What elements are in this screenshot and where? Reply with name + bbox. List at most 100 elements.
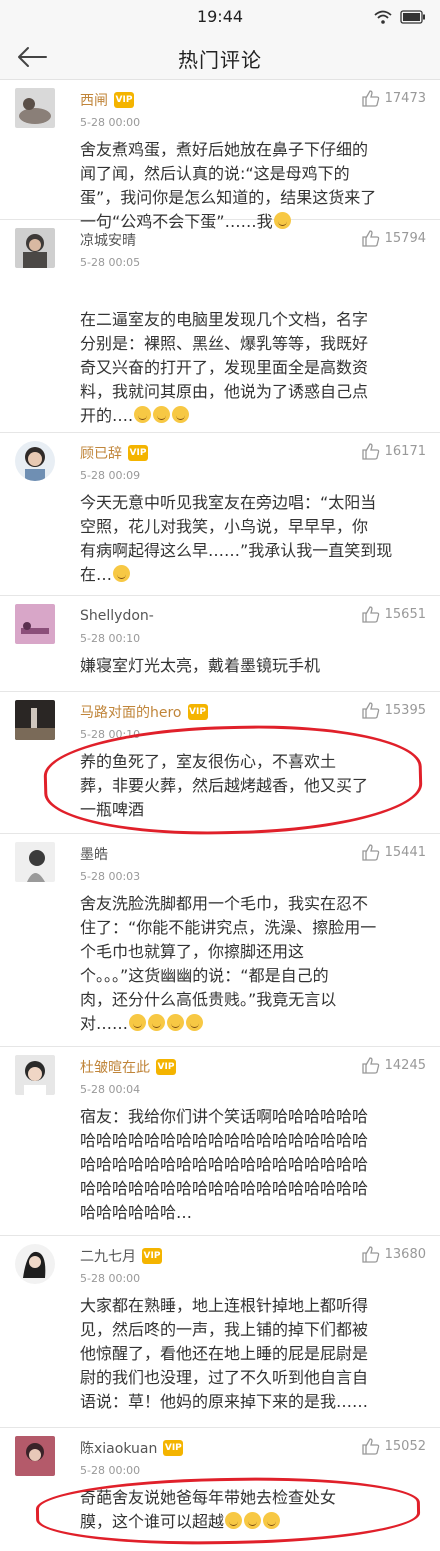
- comment-line: 住了：“你能不能讲究点，洗澡、擦脸用一: [80, 918, 377, 937]
- emoji-icon: [186, 1014, 204, 1031]
- comment-line: 大家都在熟睡，地上连根针掉地上都听得: [80, 1296, 369, 1315]
- comment-line: 见，然后咚的一声，我上铺的掉下们都被: [80, 1320, 369, 1339]
- comment-line: 奇葩舍友说她爸每年带她去检查处女: [80, 1488, 337, 1507]
- comment-item: Shellydon- 5-28 00:10 15651 嫌寝室灯光太亮，戴着墨镜…: [0, 596, 440, 692]
- laugh-emoji-icon: [129, 1014, 147, 1031]
- username[interactable]: 二九七月: [80, 1246, 136, 1266]
- vip-badge-icon: VIP: [142, 1248, 162, 1264]
- comment-time: 5-28 00:00: [80, 116, 141, 129]
- comment-time: 5-28 00:10: [80, 728, 141, 741]
- comment-line: 蛋”，我问你是怎么知道的，结果这货来了: [80, 188, 377, 207]
- comment-item: 西闸 VIP 5-28 00:00 17473 舍友煮鸡蛋，煮好后她放在鼻子下仔…: [0, 80, 440, 231]
- emoji-icon: [225, 1512, 243, 1529]
- thumbs-up-icon: [361, 606, 379, 623]
- laugh-emoji-icon: [134, 406, 152, 423]
- thumbs-up-icon: [361, 1057, 379, 1074]
- username[interactable]: 马路对面的hero: [80, 702, 182, 722]
- thumbs-up-icon: [361, 844, 379, 861]
- comment-line: 哈哈哈哈哈哈哈哈哈哈哈哈哈哈哈哈哈哈: [80, 1155, 369, 1174]
- comment-line: 宿友：我给你们讲个笑话啊哈哈哈哈哈哈: [80, 1107, 369, 1126]
- comment-text: 舍友洗脸洗脚都用一个毛巾，我实在忍不 住了：“你能不能讲究点，洗澡、擦脸用一 个…: [80, 892, 418, 1036]
- comment-time: 5-28 00:04: [80, 1083, 141, 1096]
- vip-badge-icon: VIP: [187, 704, 208, 720]
- nav-bar: 热门评论: [0, 34, 440, 80]
- comment-line: 有病啊起得这么早……”我承认我一直笑到现: [80, 541, 393, 560]
- like-count: 15441: [384, 845, 426, 860]
- username[interactable]: 墨皓: [80, 844, 108, 864]
- like-count: 17473: [384, 91, 426, 106]
- comment-line: 今天无意中听见我室友在旁边唱：“太阳当: [80, 493, 377, 512]
- like-button[interactable]: 15441: [361, 844, 426, 861]
- username[interactable]: 陈xiaokuan: [80, 1438, 157, 1458]
- avatar[interactable]: [15, 1055, 55, 1095]
- comment-line: 养的鱼死了，室友很伤心，不喜欢土: [80, 752, 337, 771]
- like-button[interactable]: 14245: [361, 1057, 426, 1074]
- avatar[interactable]: [15, 1244, 55, 1284]
- comment-item: 顾已辞 VIP 5-28 00:09 16171 今天无意中听见我室友在旁边唱：…: [0, 433, 440, 596]
- avatar[interactable]: [15, 228, 55, 268]
- comment-line: 哈哈哈哈哈哈…: [80, 1203, 193, 1222]
- comment-line: 哈哈哈哈哈哈哈哈哈哈哈哈哈哈哈哈哈哈: [80, 1131, 369, 1150]
- like-button[interactable]: 15651: [361, 606, 426, 623]
- comment-text: 养的鱼死了，室友很伤心，不喜欢土 葬，非要火葬，然后越烤越香，他又买了 一瓶啤酒: [80, 750, 418, 822]
- status-icons: [374, 9, 426, 28]
- status-bar: 19:44: [0, 0, 440, 34]
- like-count: 14245: [384, 1058, 426, 1073]
- username[interactable]: 凉城安晴: [80, 230, 136, 250]
- vip-badge-icon: VIP: [163, 1440, 184, 1456]
- comment-time: 5-28 00:03: [80, 870, 141, 883]
- avatar[interactable]: [15, 700, 55, 740]
- like-button[interactable]: 15052: [361, 1438, 426, 1455]
- comment-time: 5-28 00:10: [80, 632, 141, 645]
- avatar[interactable]: [15, 441, 55, 481]
- like-button[interactable]: 17473: [361, 90, 426, 107]
- like-button[interactable]: 15395: [361, 702, 426, 719]
- avatar[interactable]: [15, 88, 55, 128]
- comment-line: 对……: [80, 1014, 129, 1033]
- comment-text: 嫌寝室灯光太亮，戴着墨镜玩手机: [80, 654, 418, 678]
- avatar[interactable]: [15, 1436, 55, 1476]
- thumbs-up-icon: [361, 1246, 379, 1263]
- comment-line: 在二逼室友的电脑里发现几个文档，名字: [80, 310, 369, 329]
- comment-line: 奇又兴奋的打开了，发现里面全是高数资: [80, 358, 369, 377]
- like-button[interactable]: 13680: [361, 1246, 426, 1263]
- vip-badge-icon: VIP: [114, 92, 134, 108]
- like-button[interactable]: 15794: [361, 230, 426, 247]
- like-count: 15794: [384, 231, 426, 246]
- comment-item: 墨皓 5-28 00:03 15441 舍友洗脸洗脚都用一个毛巾，我实在忍不 住…: [0, 834, 440, 1047]
- comment-line: 料，我就问其原由，他说为了诱惑自己点: [80, 382, 369, 401]
- comment-text: 奇葩舍友说她爸每年带她去检查处女 膜，这个谁可以超越: [80, 1486, 418, 1534]
- comment-item: 杜皱暄在此 VIP 5-28 00:04 14245 宿友：我给你们讲个笑话啊哈…: [0, 1047, 440, 1236]
- comment-item: 二九七月 VIP 5-28 00:00 13680 大家都在熟睡，地上连根针掉地…: [0, 1236, 440, 1428]
- avatar[interactable]: [15, 842, 55, 882]
- comment-text: 大家都在熟睡，地上连根针掉地上都听得 见，然后咚的一声，我上铺的掉下们都被 他惊…: [80, 1294, 418, 1414]
- comment-line: 膜，这个谁可以超越: [80, 1512, 225, 1531]
- comment-item: 陈xiaokuan VIP 5-28 00:00 15052 奇葩舍友说她爸每年…: [0, 1428, 440, 1551]
- comment-line: 嫌寝室灯光太亮，戴着墨镜玩手机: [80, 656, 321, 675]
- comment-text: 今天无意中听见我室友在旁边唱：“太阳当 空照，花儿对我笑，小鸟说，早早早，你 有…: [80, 491, 418, 587]
- thumbs-up-icon: [361, 90, 379, 107]
- comment-line: 在…: [80, 565, 113, 584]
- laugh-emoji-icon: [113, 565, 131, 582]
- comment-line: 语说：草！他妈的原来掉下来的是我……: [80, 1392, 369, 1411]
- comment-text: 在二逼室友的电脑里发现几个文档，名字 分别是：裸照、黑丝、爆乳等等，我既好 奇又…: [80, 308, 418, 428]
- comment-line: 尉的我们也没理，过了不久听到他自言自: [80, 1368, 369, 1387]
- like-count: 15651: [384, 607, 426, 622]
- username[interactable]: Shellydon-: [80, 608, 154, 624]
- comment-line: 开的….: [80, 406, 134, 425]
- thumbs-up-icon: [361, 1438, 379, 1455]
- comment-line: 个。。。”这货幽幽的说：“都是自己的: [80, 966, 329, 985]
- emoji-icon: [244, 1512, 262, 1529]
- like-button[interactable]: 16171: [361, 443, 426, 460]
- comment-time: 5-28 00:00: [80, 1272, 141, 1285]
- comment-line: 舍友煮鸡蛋，煮好后她放在鼻子下仔细的: [80, 140, 369, 159]
- comment-line: 哈哈哈哈哈哈哈哈哈哈哈哈哈哈哈哈哈哈: [80, 1179, 369, 1198]
- comment-line: 舍友洗脸洗脚都用一个毛巾，我实在忍不: [80, 894, 369, 913]
- username[interactable]: 顾已辞: [80, 443, 122, 463]
- username[interactable]: 西闸: [80, 90, 108, 110]
- comment-time: 5-28 00:05: [80, 256, 141, 269]
- username[interactable]: 杜皱暄在此: [80, 1057, 150, 1077]
- wifi-icon: [374, 9, 392, 28]
- avatar[interactable]: [15, 604, 55, 644]
- comment-line: 他惊醒了，看他还在地上睡的屁是屁尉是: [80, 1344, 369, 1363]
